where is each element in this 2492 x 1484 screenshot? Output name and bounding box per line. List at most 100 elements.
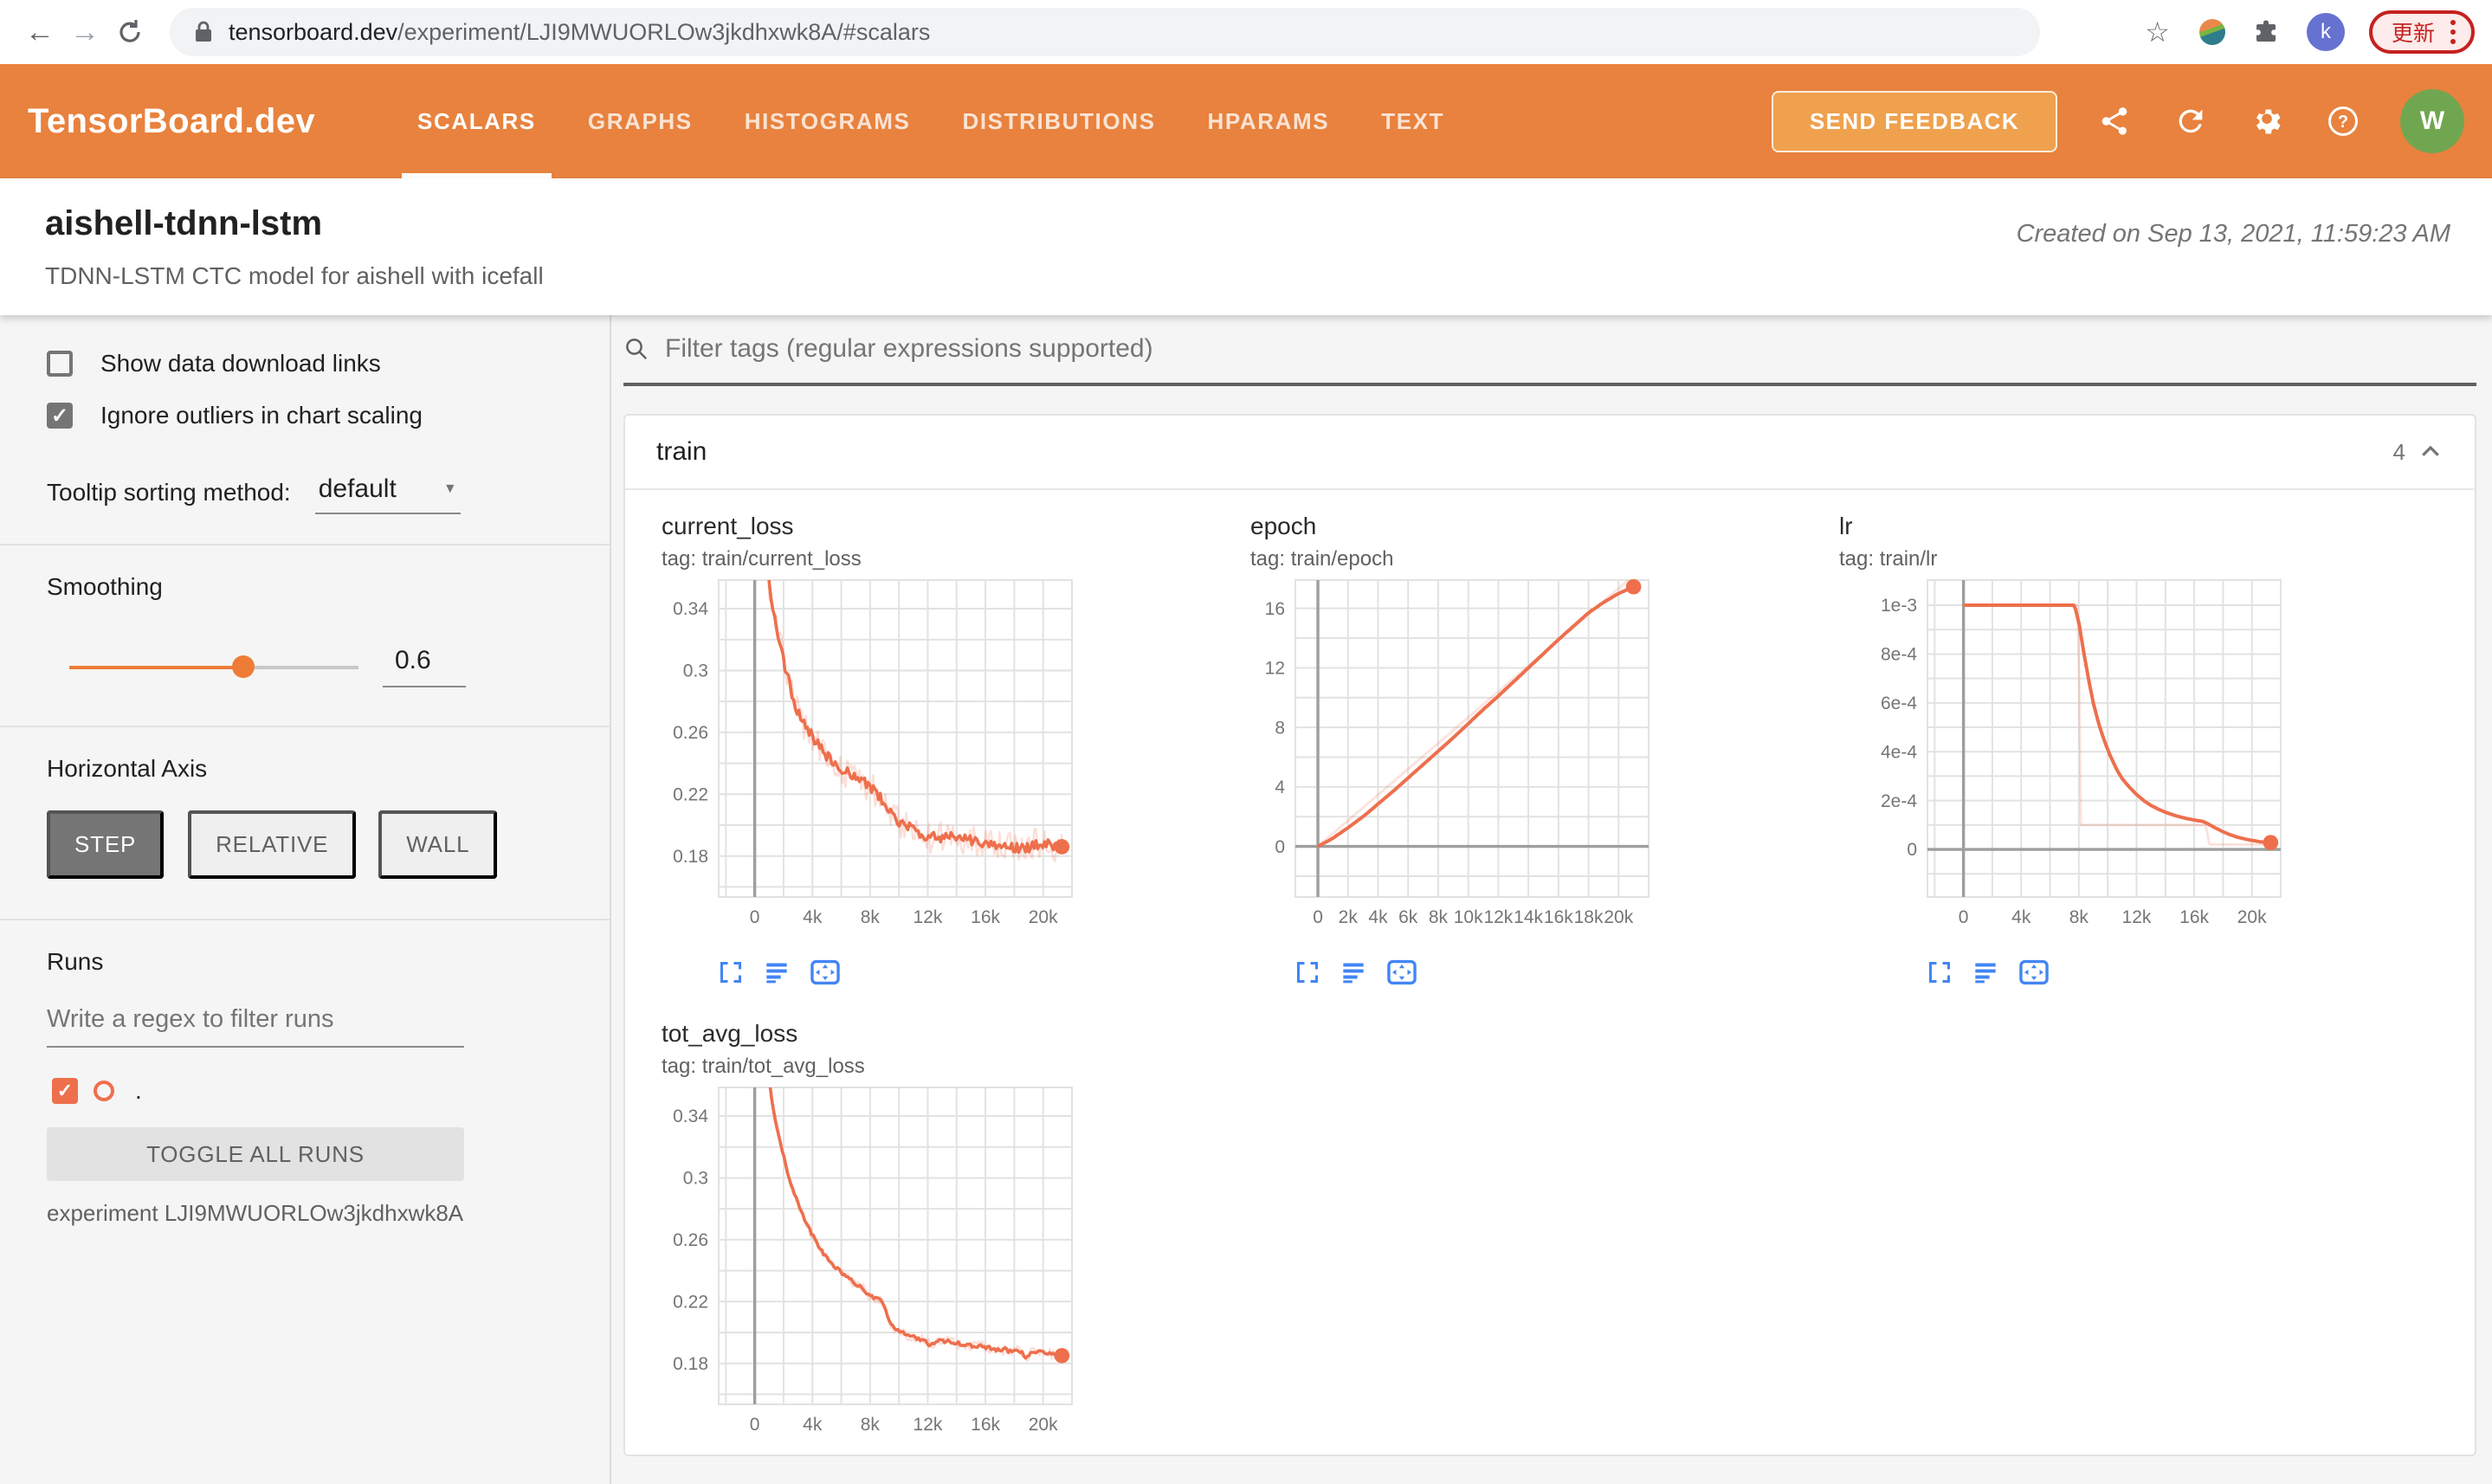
axis-step-button[interactable]: STEP [47, 810, 165, 879]
extensions-puzzle-icon[interactable] [2253, 19, 2279, 45]
url-bar[interactable]: tensorboard.dev/experiment/LJI9MWUORLOw3… [170, 8, 2040, 56]
experiment-description: TDNN-LSTM CTC model for aishell with ice… [45, 262, 544, 289]
svg-text:12k: 12k [2122, 907, 2152, 927]
svg-text:0.22: 0.22 [673, 1292, 708, 1312]
settings-gear-icon[interactable] [2248, 102, 2286, 140]
url-path: /experiment/LJI9MWUORLOw3jkdhxwk8A/#scal… [397, 18, 931, 45]
settings-sidebar: Show data download links ✓ Ignore outlie… [0, 315, 611, 1484]
svg-text:?: ? [2338, 113, 2348, 132]
fit-domain-icon[interactable] [2019, 959, 2049, 985]
account-avatar[interactable]: W [2400, 89, 2464, 153]
collapse-chevron-icon[interactable] [2418, 439, 2444, 465]
tab-hparams[interactable]: HPARAMS [1182, 64, 1356, 178]
send-feedback-button[interactable]: SEND FEEDBACK [1771, 90, 2057, 152]
ignore-outliers-label: Ignore outliers in chart scaling [100, 402, 423, 429]
bookmark-star-icon[interactable]: ☆ [2145, 16, 2170, 48]
svg-text:0.26: 0.26 [673, 1230, 708, 1250]
url-domain: tensorboard.dev [229, 18, 398, 45]
run-checkbox[interactable]: ✓ [52, 1078, 78, 1104]
smoothing-value-input[interactable]: 0.6 [383, 646, 466, 687]
tooltip-sorting-row: Tooltip sorting method: default ▼ [0, 471, 610, 514]
svg-text:1e-3: 1e-3 [1881, 596, 1917, 616]
expand-chart-icon[interactable] [1295, 960, 1320, 984]
svg-text:0: 0 [750, 907, 760, 927]
chart-tag: tag: train/tot_avg_loss [662, 1055, 865, 1078]
svg-text:0.18: 0.18 [673, 1354, 708, 1374]
run-color-swatch [94, 1081, 114, 1101]
reload-icon[interactable] [107, 10, 152, 55]
chart-plot[interactable]: 0 4k 8k 12k 16k 20k 0.18 0.22 0.26 0.3 0.34 [662, 571, 1100, 937]
tooltip-sorting-value: default [318, 474, 397, 503]
svg-text:8: 8 [1275, 718, 1285, 738]
back-icon[interactable]: ← [17, 10, 62, 55]
svg-text:4e-4: 4e-4 [1881, 742, 1917, 762]
help-icon[interactable]: ? [2324, 102, 2362, 140]
chart-card-lr: lr tag: train/lr 0 4k 8k 12k 16k 20k 0 2e-4 4e-4… [1839, 513, 2428, 985]
extension-bowl-icon[interactable] [2198, 19, 2225, 45]
chart-plot[interactable]: 0 4k 8k 12k 16k 20k 0 2e-4 4e-4 6e-4 8e-4 1e-3 [1839, 571, 2308, 937]
svg-text:4k: 4k [1368, 907, 1388, 927]
smoothing-slider[interactable] [69, 655, 358, 678]
train-group-header[interactable]: train 4 [625, 416, 2475, 490]
refresh-data-icon[interactable] [2172, 102, 2210, 140]
log-scale-icon[interactable] [1972, 960, 1998, 984]
log-scale-icon[interactable] [1340, 960, 1366, 984]
browser-profile-avatar[interactable]: k [2306, 13, 2345, 51]
svg-text:4k: 4k [2011, 907, 2031, 927]
browser-menu-icon[interactable] [2450, 20, 2459, 44]
toggle-all-runs-button[interactable]: TOGGLE ALL RUNS [47, 1127, 464, 1181]
experiment-id-label: experiment LJI9MWUORLOw3jkdhxwk8A [47, 1200, 464, 1226]
fit-domain-icon[interactable] [810, 959, 840, 985]
tab-text[interactable]: TEXT [1355, 64, 1470, 178]
svg-text:0.34: 0.34 [673, 1107, 708, 1126]
browser-toolbar: ← → tensorboard.dev/experiment/LJI9MWUOR… [0, 0, 2492, 64]
tag-filter-input[interactable]: Filter tags (regular expressions support… [623, 315, 2476, 386]
charts-grid: current_loss tag: train/current_loss 0 4k… [625, 490, 2475, 1455]
axis-relative-button[interactable]: RELATIVE [188, 810, 357, 879]
ignore-outliers-checkbox[interactable]: ✓ [47, 403, 73, 429]
tooltip-sorting-select[interactable]: default ▼ [314, 471, 461, 514]
log-scale-icon[interactable] [764, 960, 790, 984]
svg-text:16: 16 [1265, 599, 1285, 619]
share-icon[interactable] [2095, 102, 2134, 140]
axis-wall-button[interactable]: WALL [378, 810, 498, 879]
group-name: train [656, 437, 707, 466]
tab-graphs[interactable]: GRAPHS [562, 64, 719, 178]
svg-text:4k: 4k [803, 907, 823, 927]
expand-chart-icon[interactable] [1927, 960, 1952, 984]
runs-filter-input[interactable]: Write a regex to filter runs [47, 1005, 464, 1048]
svg-text:0: 0 [1275, 837, 1285, 857]
svg-text:2k: 2k [1339, 907, 1359, 927]
tab-histograms[interactable]: HISTOGRAMS [719, 64, 937, 178]
chrome-update-button[interactable]: 更新 [2368, 10, 2475, 54]
svg-text:16k: 16k [1544, 907, 1573, 927]
svg-text:0: 0 [1959, 907, 1969, 927]
svg-text:18k: 18k [1574, 907, 1604, 927]
tab-scalars[interactable]: SCALARS [391, 64, 562, 178]
slider-thumb[interactable] [232, 655, 255, 678]
ignore-outliers-row[interactable]: ✓ Ignore outliers in chart scaling [0, 402, 610, 429]
group-count: 4 [2392, 438, 2405, 465]
tab-distributions[interactable]: DISTRIBUTIONS [936, 64, 1181, 178]
svg-text:12k: 12k [1483, 907, 1513, 927]
experiment-header: aishell-tdnn-lstm TDNN-LSTM CTC model fo… [0, 178, 2492, 315]
horizontal-axis-label: Horizontal Axis [47, 755, 208, 782]
lock-icon [194, 21, 213, 43]
search-icon [626, 339, 648, 360]
chart-plot[interactable]: 0 2k 4k 6k 8k 10k 12k 14k 16k 18k 20k 0 4 8 12 16 [1250, 571, 1676, 937]
expand-chart-icon[interactable] [719, 960, 743, 984]
svg-text:0: 0 [750, 1415, 760, 1435]
run-name: . [135, 1077, 142, 1104]
svg-text:0.18: 0.18 [673, 847, 708, 867]
app-logo[interactable]: TensorBoard.dev [28, 102, 315, 141]
svg-text:6e-4: 6e-4 [1881, 694, 1917, 713]
chart-plot[interactable]: 0 4k 8k 12k 16k 20k 0.18 0.22 0.26 0.3 0.34 [662, 1079, 1100, 1444]
forward-icon[interactable]: → [62, 10, 107, 55]
svg-text:0: 0 [1907, 840, 1917, 860]
svg-text:0.3: 0.3 [683, 1169, 708, 1189]
tooltip-sorting-label: Tooltip sorting method: [47, 479, 291, 506]
show-download-row[interactable]: Show data download links [0, 350, 610, 377]
show-download-checkbox[interactable] [47, 351, 73, 377]
fit-domain-icon[interactable] [1387, 959, 1417, 985]
svg-text:20k: 20k [1029, 1415, 1058, 1435]
